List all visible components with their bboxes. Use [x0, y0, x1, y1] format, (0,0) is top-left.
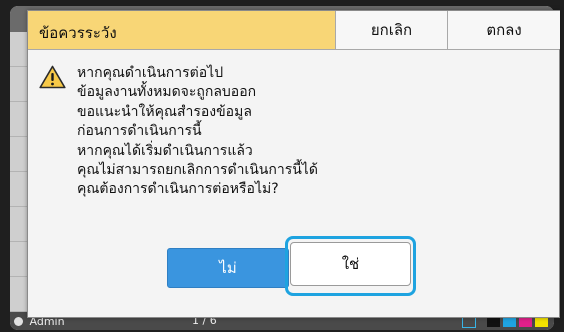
- dialog-title-bar: ข้อควรระวัง ยกเลิก ตกลง: [28, 11, 560, 50]
- message-line: ขอแนะนำให้คุณสำรองข้อมูล: [77, 103, 252, 120]
- message-line: คุณไม่สามารถยกเลิกการดำเนินการนี้ได้: [77, 162, 318, 179]
- yes-button[interactable]: ใช่: [290, 242, 411, 286]
- warning-dialog: ข้อควรระวัง ยกเลิก ตกลง หากคุณดำเนินการต…: [27, 10, 560, 318]
- dialog-title: ข้อควรระวัง: [39, 24, 117, 42]
- cancel-button[interactable]: ยกเลิก: [335, 11, 447, 49]
- message-line: หากคุณดำเนินการต่อไป: [77, 65, 224, 81]
- user-icon: [14, 316, 23, 326]
- message-line: คุณต้องการดำเนินการต่อหรือไม่?: [77, 181, 279, 198]
- ok-button[interactable]: ตกลง: [447, 11, 560, 49]
- message-line: หากคุณได้เริ่มดำเนินการแล้ว: [77, 142, 253, 159]
- dialog-message: หากคุณดำเนินการต่อไป ข้อมูลงานทั้งหมดจะถ…: [77, 64, 318, 200]
- warning-triangle-icon: [39, 65, 66, 89]
- message-line: ก่อนการดำเนินการนี้: [77, 123, 202, 140]
- message-line: ข้อมูลงานทั้งหมดจะถูกลบออก: [77, 84, 257, 101]
- no-button[interactable]: ไม่: [167, 248, 289, 288]
